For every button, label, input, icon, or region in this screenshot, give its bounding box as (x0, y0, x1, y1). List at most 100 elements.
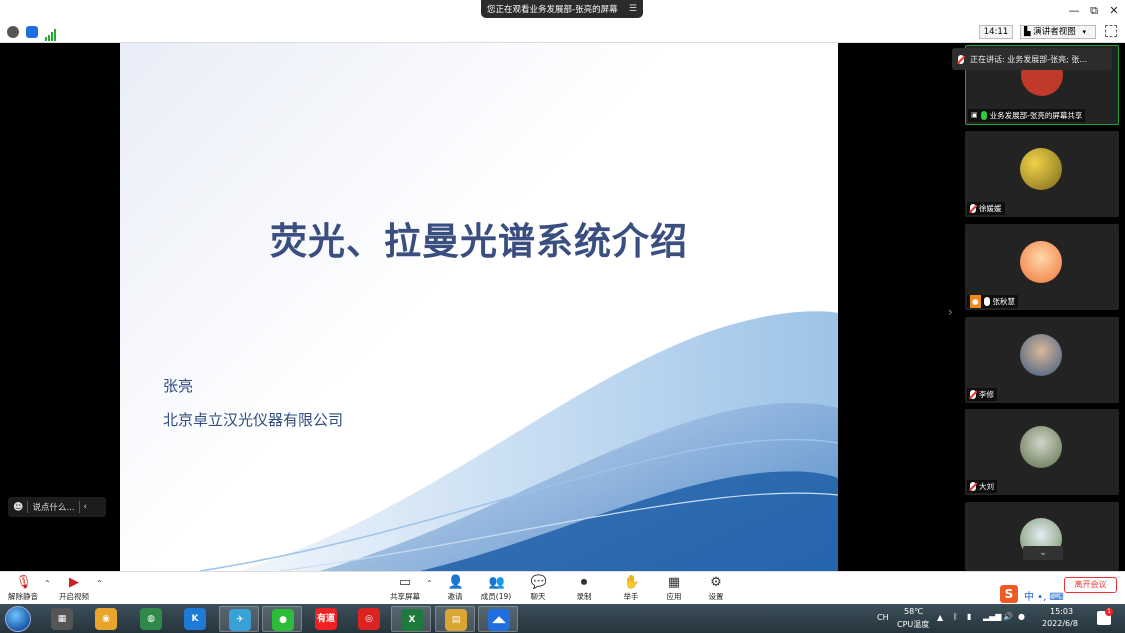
minimize-button[interactable]: — (1066, 3, 1082, 19)
emoji-icon[interactable]: ☻ (13, 502, 23, 513)
taskbar-app-youdao[interactable]: 有道 (306, 606, 346, 632)
wave-decoration (199, 311, 838, 571)
notification-count: 1 (1105, 608, 1113, 616)
participant-tile[interactable]: 大刘 (965, 409, 1119, 495)
settings-button[interactable]: ⚙ 设置 (696, 574, 736, 604)
leave-meeting-button[interactable]: 离开会议 (1064, 577, 1117, 593)
members-icon: 👥 (488, 575, 505, 590)
camera-off-icon: ▶ (69, 575, 79, 590)
file-explorer-icon: ▤ (445, 609, 467, 631)
youdao-icon: 有道 (315, 608, 337, 630)
volume-icon[interactable]: 🔊 (1003, 612, 1013, 621)
meeting-toolbar: 🎙 解除静音 ⌃ ▶ 开启视频 ⌃ ▭ 共享屏幕 ⌃ 👤 邀请 👥 成员(19)… (0, 571, 1125, 604)
info-icon[interactable] (7, 26, 19, 38)
participant-tile[interactable]: ● 张秋慧 (965, 224, 1119, 310)
mic-muted-icon (970, 390, 976, 399)
participant-name: 业务发展部-张亮的屏幕共享 (989, 111, 1083, 120)
mic-icon (958, 54, 964, 64)
cpu-label: CPU温度 (897, 620, 930, 629)
participant-tile[interactable] (965, 502, 1119, 571)
avatar (1020, 241, 1062, 283)
wechat-tray-icon[interactable]: ● (1018, 612, 1025, 621)
taskbar-app-meeting-app[interactable]: ◢◣ (478, 606, 518, 632)
wechat-icon: ● (272, 609, 294, 631)
chat-placeholder: 说点什么... (32, 503, 75, 513)
clock-time[interactable]: 15:03 (1050, 607, 1073, 616)
collapse-panel-icon[interactable]: › (948, 305, 953, 319)
share-screen-button[interactable]: ▭ 共享屏幕 (385, 574, 425, 604)
participant-tile[interactable]: 李修 (965, 317, 1119, 403)
taskbar-app-k-app[interactable]: K (175, 606, 215, 632)
presenter-name: 张亮 (163, 377, 194, 395)
tray-expand-icon[interactable]: ▲ (937, 613, 943, 622)
close-button[interactable]: ✕ (1106, 3, 1122, 19)
chat-quick-input[interactable]: ☻ 说点什么... ‹ (8, 497, 106, 517)
start-video-label: 开启视频 (59, 592, 89, 601)
taskbar-app-browser[interactable]: ◉ (86, 606, 126, 632)
speaking-text: 正在讲话: 业务发展部-张亮; 张... (970, 54, 1087, 64)
fullscreen-icon[interactable] (1105, 25, 1117, 37)
start-video-button[interactable]: ▶ 开启视频 (54, 574, 94, 604)
chat-label: 聊天 (530, 592, 546, 601)
taskbar-app-netease-music[interactable]: ◎ (349, 606, 389, 632)
collapse-chat-icon[interactable]: ‹ (84, 502, 87, 512)
apps-icon: ▦ (667, 575, 681, 590)
unmute-button[interactable]: 🎙 解除静音 (3, 574, 43, 604)
participant-label: 徐媛媛 (967, 202, 1005, 215)
ime-toolbar[interactable]: 中 •, ⌨ (1024, 588, 1064, 603)
chevron-down-icon: ▾ (1082, 28, 1086, 36)
scroll-down-button[interactable]: ⌄ (1023, 546, 1063, 560)
shield-icon[interactable] (26, 26, 38, 38)
battery-icon[interactable]: ▮ (967, 612, 971, 621)
mic-icon (980, 111, 987, 120)
bluetooth-icon[interactable]: ᛒ (953, 612, 958, 621)
share-banner-text: 您正在观看业务发展部-张亮的屏幕 (487, 5, 618, 15)
signal-icon[interactable] (45, 26, 57, 41)
chat-button[interactable]: 💬 聊天 (518, 574, 558, 604)
k-app-icon: K (184, 608, 206, 630)
share-banner[interactable]: 您正在观看业务发展部-张亮的屏幕 ☰ (481, 0, 643, 18)
info-bar (0, 22, 1125, 43)
share-screen-label: 共享屏幕 (390, 592, 420, 601)
view-mode-select[interactable]: ▙ 演讲者视图 ▾ (1020, 25, 1096, 39)
network-icon[interactable]: ▂▄▆ (983, 612, 1001, 621)
taskbar-app-bird-app[interactable]: ✈ (219, 606, 259, 632)
participant-name: 李修 (979, 390, 994, 399)
mic-muted-icon: 🎙 (15, 575, 33, 590)
participant-label: 李修 (967, 388, 997, 401)
menu-icon[interactable]: ☰ (629, 4, 637, 14)
apps-button[interactable]: ▦ 应用 (654, 574, 694, 604)
action-center-icon[interactable]: 1 (1097, 608, 1113, 625)
screen-share-icon: ▣ (971, 111, 978, 119)
record-button[interactable]: ⏺ 录制 (564, 574, 604, 604)
taskbar-app-excel[interactable]: X (391, 606, 431, 632)
taskbar-app-wechat[interactable]: ● (262, 606, 302, 632)
members-button[interactable]: 👥 成员(19) (476, 574, 516, 604)
language-indicator[interactable]: CH (877, 613, 889, 622)
invite-label: 邀请 (447, 592, 463, 601)
chat-icon: 💬 (530, 575, 547, 590)
taskbar-app-globe[interactable]: ◍ (131, 606, 171, 632)
start-button[interactable] (5, 606, 31, 632)
chevron-up-icon[interactable]: ⌃ (426, 579, 433, 588)
share-screen-icon: ▭ (398, 575, 412, 590)
shared-screen-stage: 荧光、拉曼光谱系统介绍 张亮 北京卓立汉光仪器有限公司 (0, 43, 958, 571)
speaking-banner: 正在讲话: 业务发展部-张亮; 张... (952, 48, 1112, 70)
mic-muted-icon (970, 204, 976, 213)
slide-title: 荧光、拉曼光谱系统介绍 (270, 219, 688, 263)
taskbar-app-file-explorer[interactable]: ▤ (435, 606, 475, 632)
avatar (1020, 426, 1062, 468)
invite-button[interactable]: 👤 邀请 (435, 574, 475, 604)
chevron-up-icon[interactable]: ⌃ (44, 579, 51, 588)
participant-tile[interactable]: 徐媛媛 (965, 131, 1119, 217)
clock-date[interactable]: 2022/6/8 (1042, 619, 1078, 628)
excel-icon: X (401, 609, 423, 631)
unmute-label: 解除静音 (8, 592, 38, 601)
restore-button[interactable]: ⧉ (1086, 3, 1102, 19)
gear-icon: ⚙ (710, 575, 722, 590)
taskbar-app-calculator[interactable]: ▦ (42, 606, 82, 632)
raise-hand-button[interactable]: ✋ 举手 (611, 574, 651, 604)
sogou-ime-icon[interactable]: S (1000, 585, 1018, 603)
participant-name: 大刘 (979, 482, 994, 491)
chevron-up-icon[interactable]: ⌃ (96, 579, 103, 588)
